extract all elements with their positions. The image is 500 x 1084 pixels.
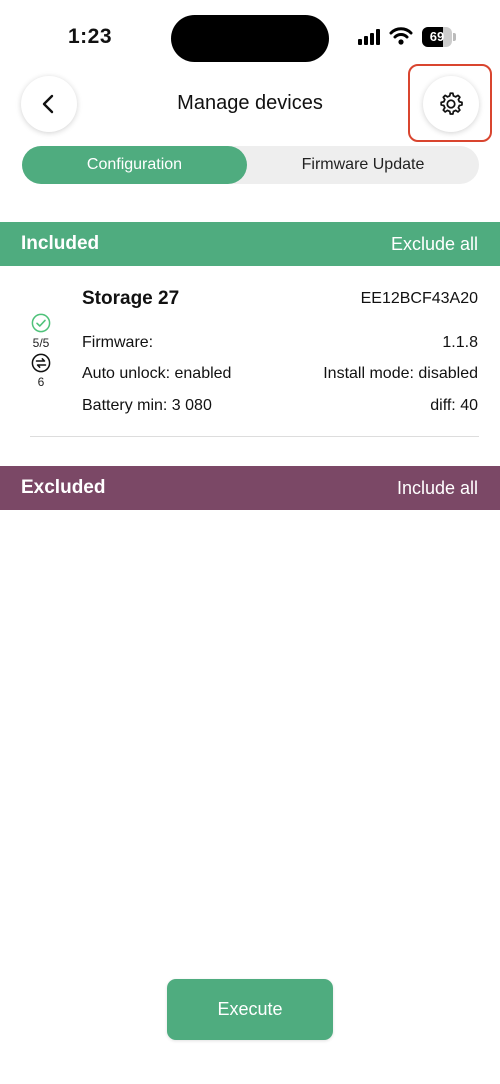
signal-icon bbox=[358, 29, 382, 45]
wifi-icon bbox=[389, 27, 413, 45]
tab-firmware-update[interactable]: Firmware Update bbox=[247, 146, 479, 184]
excluded-section-header: Excluded Include all bbox=[0, 466, 500, 510]
dynamic-island bbox=[171, 15, 329, 62]
excluded-title: Excluded bbox=[21, 477, 106, 498]
battery-icon: 69 bbox=[422, 27, 456, 47]
gear-icon bbox=[440, 92, 463, 115]
device-name: Storage 27 bbox=[82, 288, 180, 309]
diff-value: diff: 40 bbox=[430, 397, 478, 414]
settings-button[interactable] bbox=[423, 76, 479, 132]
included-title: Included bbox=[21, 233, 100, 254]
execute-button[interactable]: Execute bbox=[167, 979, 333, 1040]
install-mode-status: Install mode: disabled bbox=[323, 365, 478, 382]
battery-level: 69 bbox=[429, 29, 445, 44]
check-circle-icon bbox=[31, 313, 51, 333]
firmware-value: 1.1.8 bbox=[442, 334, 478, 351]
battery-min: Battery min: 3 080 bbox=[82, 397, 212, 414]
divider bbox=[30, 436, 479, 437]
exclude-all-button[interactable]: Exclude all bbox=[391, 222, 478, 266]
segmented-tabs: Configuration Firmware Update bbox=[22, 146, 479, 184]
auto-unlock-status: Auto unlock: enabled bbox=[82, 365, 232, 382]
include-all-button[interactable]: Include all bbox=[397, 466, 478, 510]
sync-icon bbox=[31, 353, 51, 373]
check-count: 5/5 bbox=[32, 336, 50, 350]
device-card[interactable]: 5/5 6 Storage 27 EE12BCF43A20 Firmware: … bbox=[0, 266, 500, 438]
firmware-label: Firmware: bbox=[82, 334, 154, 351]
tab-configuration[interactable]: Configuration bbox=[22, 146, 247, 184]
sync-count: 6 bbox=[37, 375, 45, 389]
included-section-header: Included Exclude all bbox=[0, 222, 500, 266]
status-time: 1:23 bbox=[68, 25, 113, 48]
device-id: EE12BCF43A20 bbox=[360, 290, 478, 307]
